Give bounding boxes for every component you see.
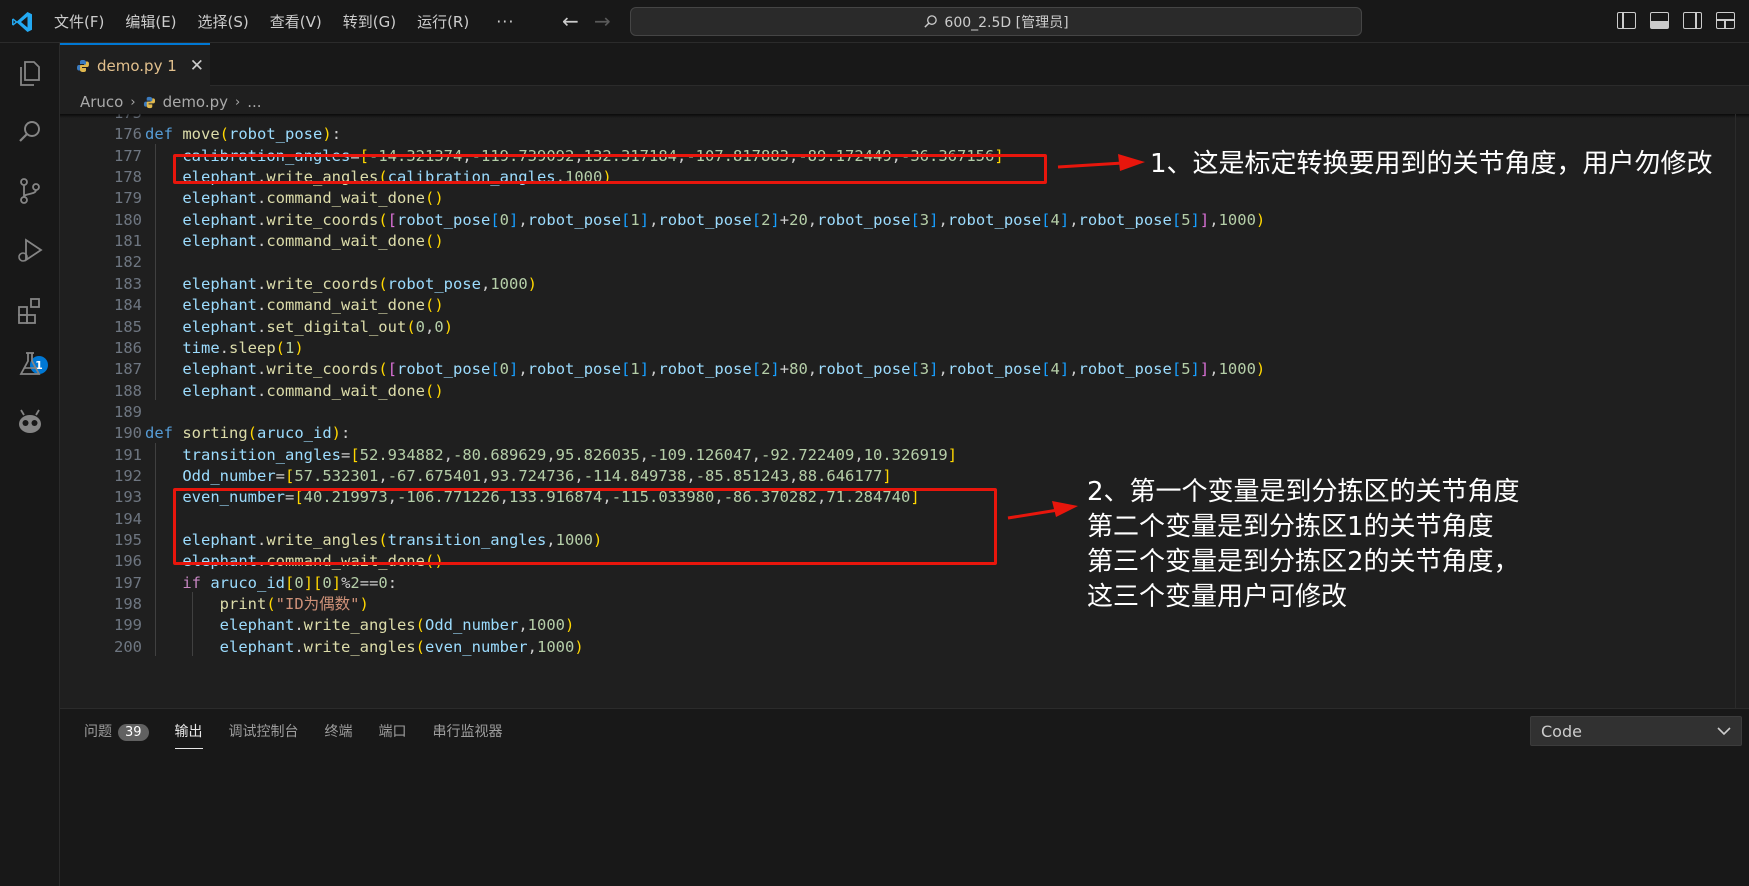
search-icon[interactable] (15, 117, 45, 147)
toggle-primary-sidebar-icon[interactable] (1617, 12, 1636, 29)
menu-selection[interactable]: 选择(S) (198, 11, 249, 32)
indent-guide (192, 592, 193, 657)
breadcrumb-more[interactable]: ... (247, 93, 261, 111)
annotation-note-2-line-4: 这三个变量用户可修改 (1087, 582, 1348, 612)
forward-arrow-icon[interactable]: → (594, 9, 611, 33)
bottom-panel: 问题 39 输出 调试控制台 终端 端口 串行监视器 Code (60, 708, 1749, 886)
annotation-note-2-line-3: 第三个变量是到分拣区2的关节角度， (1087, 547, 1520, 577)
output-channel-value: Code (1541, 721, 1582, 741)
activity-bar: 1 (0, 43, 60, 886)
source-control-icon[interactable] (15, 176, 45, 206)
panel-tabs: 问题 39 输出 调试控制台 终端 端口 串行监视器 (84, 721, 503, 749)
annotation-note-2-line-1: 2、第一个变量是到分拣区的关节角度 (1087, 477, 1520, 507)
vertical-scrollbar[interactable] (1735, 114, 1749, 708)
editor-tab-strip: demo.py 1 ✕ (60, 43, 1749, 86)
testing-icon[interactable] (15, 349, 45, 379)
command-center-search[interactable]: 600_2.5D [管理员] (630, 7, 1362, 36)
close-icon[interactable]: ✕ (190, 56, 204, 76)
title-bar: 文件(F) 编辑(E) 选择(S) 查看(V) 转到(G) 运行(R) ··· … (0, 0, 1749, 43)
search-text: 600_2.5D [管理员] (944, 14, 1069, 31)
search-icon (924, 15, 938, 28)
customize-layout-icon[interactable] (1716, 12, 1735, 29)
python-file-icon (143, 96, 155, 108)
tab-ports[interactable]: 端口 (379, 721, 407, 741)
annotation-box-sorting-vars (173, 488, 997, 565)
chevron-right-icon: › (130, 94, 136, 110)
menu-file[interactable]: 文件(F) (54, 11, 104, 32)
platformio-alien-icon[interactable] (15, 407, 45, 437)
tab-problems-label: 问题 (84, 724, 112, 740)
menu-view[interactable]: 查看(V) (270, 11, 322, 32)
chevron-down-icon (1717, 727, 1731, 736)
breadcrumb: Aruco › demo.py › ... (80, 90, 262, 114)
toggle-secondary-sidebar-icon[interactable] (1683, 12, 1702, 29)
code-text: elephant.write_angles(even_number,1000) (219, 637, 584, 656)
tab-output[interactable]: 输出 (174, 721, 203, 749)
breadcrumb-folder[interactable]: Aruco (80, 93, 123, 111)
menu-edit[interactable]: 编辑(E) (125, 11, 176, 32)
tab-problems[interactable]: 问题 39 (84, 721, 149, 741)
menu-run[interactable]: 运行(R) (417, 11, 469, 32)
code-editor[interactable]: 175176def move(robot_pose):177 calibrati… (60, 114, 1749, 708)
indent-guide (155, 143, 156, 400)
output-channel-select[interactable]: Code (1530, 716, 1742, 746)
run-debug-icon[interactable] (15, 235, 45, 265)
scroll-shadow (60, 114, 1749, 118)
chevron-right-icon: › (235, 94, 241, 110)
layout-controls (1617, 12, 1735, 29)
tab-label: demo.py 1 (97, 56, 177, 75)
tab-serial-monitor[interactable]: 串行监视器 (433, 721, 503, 741)
explorer-icon[interactable] (15, 58, 45, 88)
problems-count-badge: 39 (118, 724, 149, 741)
toggle-panel-icon[interactable] (1650, 12, 1669, 29)
indent-guide (155, 442, 156, 657)
code-line[interactable]: 200 elephant.write_angles(even_number,10… (60, 635, 1730, 659)
menu-go[interactable]: 转到(G) (343, 11, 396, 32)
tab-debug-console[interactable]: 调试控制台 (229, 721, 299, 741)
more-menu-icon[interactable]: ··· (496, 12, 514, 31)
breadcrumb-file[interactable]: demo.py (163, 93, 228, 111)
annotation-note-1: 1、这是标定转换要用到的关节角度，用户勿修改 (1150, 149, 1713, 179)
tab-terminal[interactable]: 终端 (325, 721, 353, 741)
python-file-icon (77, 59, 89, 72)
annotation-box-calibration (173, 154, 1047, 184)
vscode-logo-icon (12, 12, 32, 32)
annotation-note-2-line-2: 第二个变量是到分拣区1的关节角度 (1087, 512, 1494, 542)
tab-demo-py[interactable]: demo.py 1 ✕ (60, 43, 210, 86)
back-arrow-icon[interactable]: ← (562, 9, 579, 33)
line-number: 200 (114, 637, 142, 656)
extensions-icon[interactable] (15, 295, 45, 325)
menu-bar: 文件(F) 编辑(E) 选择(S) 查看(V) 转到(G) 运行(R) ··· (54, 0, 514, 43)
